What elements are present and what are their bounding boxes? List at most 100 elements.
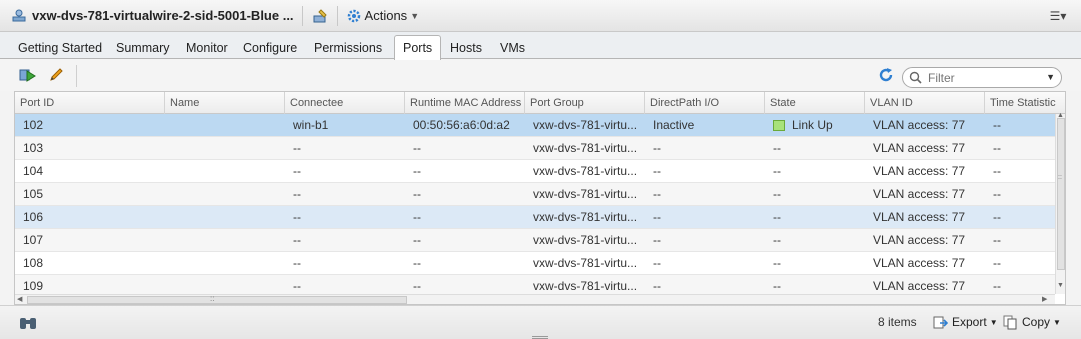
cell-port-id: 108 bbox=[23, 256, 44, 270]
export-button[interactable]: Export ▼ bbox=[932, 312, 998, 332]
tab-permissions[interactable]: Permissions bbox=[314, 37, 382, 59]
scroll-left-icon[interactable]: ◀ bbox=[17, 295, 22, 303]
title-bar: vxw-dvs-781-virtualwire-2-sid-5001-Blue … bbox=[0, 0, 1081, 32]
cell-mac-address: -- bbox=[413, 210, 421, 224]
column-header-name[interactable]: Name bbox=[165, 92, 285, 114]
cell-port-group: vxw-dvs-781-virtu... bbox=[533, 187, 638, 201]
state-label: Link Up bbox=[792, 118, 833, 132]
gear-icon bbox=[346, 8, 362, 24]
horizontal-scroll-thumb[interactable] bbox=[27, 296, 407, 304]
table-row[interactable]: 102 win-b1 00:50:56:a6:0d:a2 vxw-dvs-781-vi… bbox=[15, 114, 1055, 137]
cell-port-id: 102 bbox=[23, 118, 44, 132]
cell-connectee: win-b1 bbox=[293, 118, 329, 132]
table-row[interactable]: 108 -- -- vxw-dvs-781-virtu... -- -- VLAN acce… bbox=[15, 252, 1055, 275]
scroll-down-icon[interactable]: ▼ bbox=[1057, 282, 1064, 289]
cell-state: -- bbox=[773, 187, 781, 201]
cell-mac-address: -- bbox=[413, 164, 421, 178]
table-row[interactable]: 104 -- -- vxw-dvs-781-virtu... -- -- VLAN acce… bbox=[15, 160, 1055, 183]
column-header-mac[interactable]: Runtime MAC Address bbox=[405, 92, 525, 114]
column-header-port-id[interactable]: Port ID bbox=[15, 92, 165, 114]
cell-mac-address: -- bbox=[413, 141, 421, 155]
chevron-down-icon: ▼ bbox=[410, 10, 420, 21]
cell-mac-address: -- bbox=[413, 187, 421, 201]
cell-time-statistic: -- bbox=[993, 256, 1001, 270]
cell-name bbox=[170, 160, 280, 183]
actions-label: Actions bbox=[364, 8, 408, 23]
cell-port-id: 107 bbox=[23, 233, 44, 247]
object-title: vxw-dvs-781-virtualwire-2-sid-5001-Blue … bbox=[32, 8, 294, 23]
item-count: 8 items bbox=[878, 315, 917, 329]
cell-port-id: 105 bbox=[23, 187, 44, 201]
export-label: Export bbox=[952, 315, 987, 329]
binoculars-icon[interactable] bbox=[18, 315, 38, 331]
tab-monitor[interactable]: Monitor bbox=[186, 37, 228, 59]
actions-menu-button[interactable]: Actions ▼ bbox=[346, 8, 420, 24]
cell-name bbox=[170, 137, 280, 160]
cell-time-statistic: -- bbox=[993, 141, 1001, 155]
table-row[interactable]: 103 -- -- vxw-dvs-781-virtu... -- -- VLAN acce… bbox=[15, 137, 1055, 160]
tab-summary[interactable]: Summary bbox=[116, 37, 169, 59]
cell-connectee: -- bbox=[293, 233, 301, 247]
table-header: Port ID Name Connectee Runtime MAC Addre… bbox=[15, 92, 1065, 114]
table-row[interactable]: 105 -- -- vxw-dvs-781-virtu... -- -- VLAN acce… bbox=[15, 183, 1055, 206]
grip-icon: :: bbox=[210, 294, 215, 303]
tab-getting-started[interactable]: Getting Started bbox=[18, 37, 102, 59]
distributed-portgroup-icon bbox=[10, 7, 28, 25]
cell-port-group: vxw-dvs-781-virtu... bbox=[533, 118, 638, 132]
vertical-scroll-thumb[interactable] bbox=[1057, 118, 1065, 270]
cell-vlan-id: VLAN access: 77 bbox=[873, 210, 966, 224]
panel-menu-icon[interactable]: ☰▾ bbox=[1043, 6, 1073, 26]
cell-port-group: vxw-dvs-781-virtu... bbox=[533, 141, 638, 155]
column-header-state[interactable]: State bbox=[765, 92, 865, 114]
copy-button[interactable]: Copy ▼ bbox=[1002, 312, 1061, 332]
refresh-icon[interactable] bbox=[876, 65, 896, 85]
chevron-down-icon: ▼ bbox=[989, 317, 998, 327]
tab-bar: Getting Started Summary Monitor Configur… bbox=[0, 32, 1081, 60]
column-header-time-statistic[interactable]: Time Statistic bbox=[985, 92, 1065, 114]
horizontal-scrollbar[interactable]: ◀ :: ▶ bbox=[15, 294, 1055, 304]
column-header-connectee[interactable]: Connectee bbox=[285, 92, 405, 114]
tab-ports[interactable]: Ports bbox=[394, 35, 442, 60]
cell-name bbox=[170, 206, 280, 229]
separator bbox=[336, 5, 338, 26]
pencil-icon[interactable] bbox=[46, 66, 66, 84]
scroll-right-icon[interactable]: ▶ bbox=[1042, 295, 1047, 303]
cell-port-group: vxw-dvs-781-virtu... bbox=[533, 233, 638, 247]
cell-connectee: -- bbox=[293, 256, 301, 270]
cell-mac-address: 00:50:56:a6:0d:a2 bbox=[413, 118, 510, 132]
vertical-scrollbar[interactable]: ▲ :: ▼ bbox=[1055, 112, 1065, 294]
grip-icon: :: bbox=[1058, 174, 1062, 181]
cell-directpath: -- bbox=[653, 256, 661, 270]
cell-mac-address: -- bbox=[413, 256, 421, 270]
cell-mac-address: -- bbox=[413, 233, 421, 247]
filter-input[interactable] bbox=[928, 70, 1038, 85]
cell-directpath: -- bbox=[653, 210, 661, 224]
tab-configure[interactable]: Configure bbox=[243, 37, 297, 59]
column-header-port-group[interactable]: Port Group bbox=[525, 92, 645, 114]
cell-state: -- bbox=[773, 141, 781, 155]
chevron-down-icon[interactable]: ▼ bbox=[1046, 72, 1055, 82]
tab-hosts[interactable]: Hosts bbox=[450, 37, 482, 59]
column-header-directpath[interactable]: DirectPath I/O bbox=[645, 92, 765, 114]
cell-directpath: -- bbox=[653, 187, 661, 201]
filter-input-box[interactable]: ▼ bbox=[902, 67, 1062, 88]
cell-port-id: 103 bbox=[23, 141, 44, 155]
table-row[interactable]: 107 -- -- vxw-dvs-781-virtu... -- -- VLAN acce… bbox=[15, 229, 1055, 252]
cell-vlan-id: VLAN access: 77 bbox=[873, 187, 966, 201]
cell-connectee: -- bbox=[293, 141, 301, 155]
search-icon bbox=[909, 71, 925, 84]
cell-port-group: vxw-dvs-781-virtu... bbox=[533, 256, 638, 270]
cell-time-statistic: -- bbox=[993, 233, 1001, 247]
cell-connectee: -- bbox=[293, 164, 301, 178]
table-row[interactable]: 106 -- -- vxw-dvs-781-virtu... -- -- VLAN acce… bbox=[15, 206, 1055, 229]
table-footer: 8 items Export ▼ Copy ▼ bbox=[0, 305, 1081, 339]
cell-directpath: -- bbox=[653, 233, 661, 247]
cell-name bbox=[170, 114, 280, 137]
ports-table: Port ID Name Connectee Runtime MAC Addre… bbox=[14, 91, 1066, 305]
add-port-icon[interactable] bbox=[18, 66, 38, 84]
edit-settings-icon[interactable] bbox=[311, 7, 329, 25]
column-header-vlan-id[interactable]: VLAN ID bbox=[865, 92, 985, 114]
cell-directpath: -- bbox=[653, 141, 661, 155]
tab-vms[interactable]: VMs bbox=[500, 37, 525, 59]
cell-port-group: vxw-dvs-781-virtu... bbox=[533, 210, 638, 224]
